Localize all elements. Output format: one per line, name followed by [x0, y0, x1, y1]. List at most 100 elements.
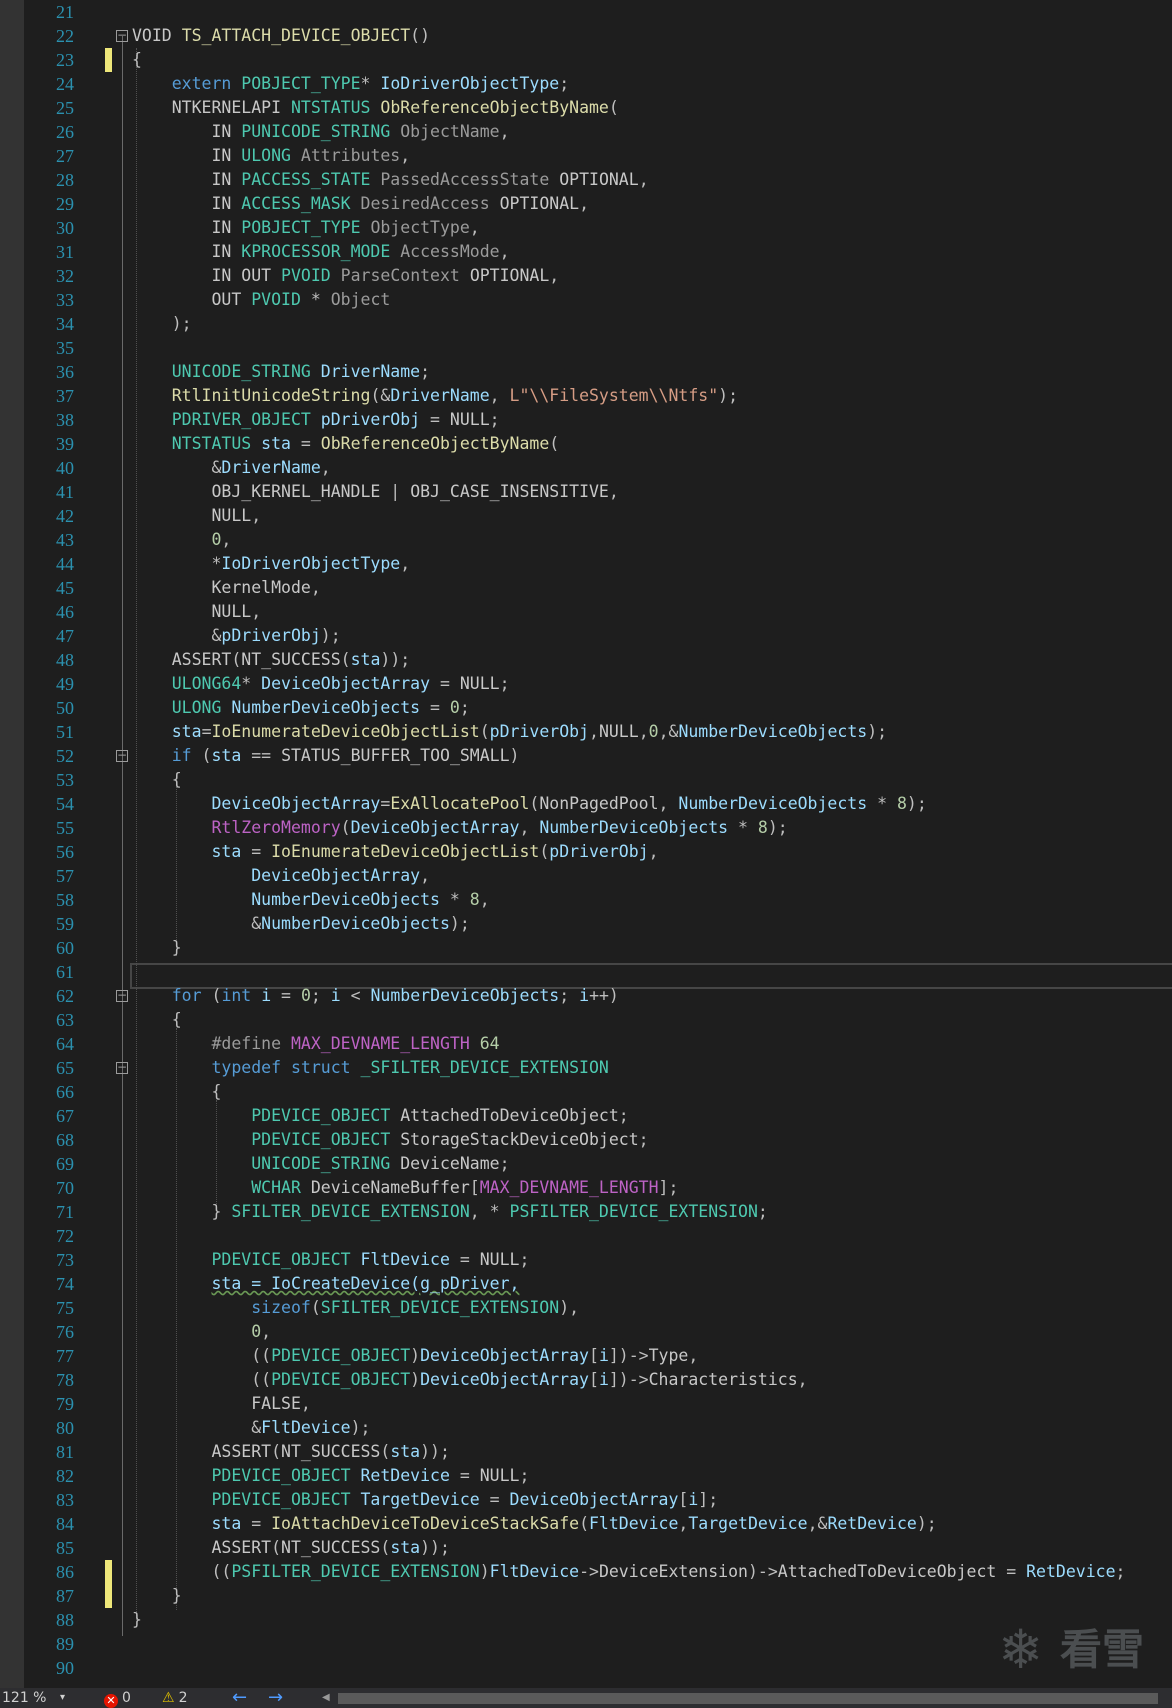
code-line[interactable]: 73 PDEVICE_OBJECT FltDevice = NULL; — [0, 1248, 1172, 1272]
code-line[interactable]: 25 NTKERNELAPI NTSTATUS ObReferenceObjec… — [0, 96, 1172, 120]
zoom-dropdown-icon[interactable]: ▾ — [60, 1688, 65, 1708]
code-line[interactable]: 39 NTSTATUS sta = ObReferenceObjectByNam… — [0, 432, 1172, 456]
code-line[interactable]: 81 ASSERT(NT_SUCCESS(sta)); — [0, 1440, 1172, 1464]
code-line[interactable]: 87 } — [0, 1584, 1172, 1608]
code-line[interactable]: 33 OUT PVOID * Object — [0, 288, 1172, 312]
code-line[interactable]: 28 IN PACCESS_STATE PassedAccessState OP… — [0, 168, 1172, 192]
code-line[interactable]: 32 IN OUT PVOID ParseContext OPTIONAL, — [0, 264, 1172, 288]
code-line[interactable]: 41 OBJ_KERNEL_HANDLE | OBJ_CASE_INSENSIT… — [0, 480, 1172, 504]
arrow-left-icon[interactable]: ← — [232, 1688, 247, 1708]
horizontal-scrollbar[interactable] — [338, 1693, 1158, 1704]
code-line[interactable]: 72 — [0, 1224, 1172, 1248]
code-line[interactable]: 71 } SFILTER_DEVICE_EXTENSION, * PSFILTE… — [0, 1200, 1172, 1224]
code-token: (& — [370, 386, 391, 405]
change-indicator — [105, 1584, 112, 1608]
code-line[interactable]: 74 sta = IoCreateDevice(g_pDriver, — [0, 1272, 1172, 1296]
line-number: 25 — [56, 98, 74, 118]
code-line[interactable]: 47 &pDriverObj); — [0, 624, 1172, 648]
code-token: ); — [916, 1514, 937, 1533]
code-line[interactable]: 57 DeviceObjectArray, — [0, 864, 1172, 888]
code-line[interactable]: 80 &FltDevice); — [0, 1416, 1172, 1440]
code-line[interactable]: 30 IN POBJECT_TYPE ObjectType, — [0, 216, 1172, 240]
code-line[interactable]: 59 &NumberDeviceObjects); — [0, 912, 1172, 936]
code-line[interactable]: 75 sizeof(SFILTER_DEVICE_EXTENSION), — [0, 1296, 1172, 1320]
code-line[interactable]: 38 PDRIVER_OBJECT pDriverObj = NULL; — [0, 408, 1172, 432]
code-line[interactable]: 83 PDEVICE_OBJECT TargetDevice = DeviceO… — [0, 1488, 1172, 1512]
code-token: DeviceObjectArray — [509, 1490, 679, 1509]
code-line[interactable]: 29 IN ACCESS_MASK DesiredAccess OPTIONAL… — [0, 192, 1172, 216]
code-line[interactable]: 23 { — [0, 48, 1172, 72]
code-line[interactable]: 46 NULL, — [0, 600, 1172, 624]
code-line[interactable]: 35 — [0, 336, 1172, 360]
code-line[interactable]: 44 *IoDriverObjectType, — [0, 552, 1172, 576]
code-line[interactable]: 55 RtlZeroMemory(DeviceObjectArray, Numb… — [0, 816, 1172, 840]
code-line[interactable]: 62 − for (int i = 0; i < NumberDeviceObje… — [0, 984, 1172, 1008]
code-token: & — [211, 458, 222, 477]
code-line[interactable]: 85 ASSERT(NT_SUCCESS(sta)); — [0, 1536, 1172, 1560]
code-line[interactable]: 60 } — [0, 936, 1172, 960]
code-line[interactable]: 43 0, — [0, 528, 1172, 552]
code-line[interactable]: 22 − VOID TS_ATTACH_DEVICE_OBJECT() — [0, 24, 1172, 48]
collapse-icon[interactable]: − — [116, 989, 128, 1002]
zoom-level[interactable]: 121 % — [2, 1688, 46, 1708]
line-number: 84 — [56, 1514, 74, 1534]
collapse-icon[interactable]: − — [116, 749, 128, 762]
code-line[interactable]: 53 { — [0, 768, 1172, 792]
code-line[interactable]: 48 ASSERT(NT_SUCCESS(sta)); — [0, 648, 1172, 672]
code-line[interactable]: 52 − if (sta == STATUS_BUFFER_TOO_SMALL) — [0, 744, 1172, 768]
code-line[interactable]: 70 WCHAR DeviceNameBuffer[MAX_DEVNAME_LE… — [0, 1176, 1172, 1200]
code-line[interactable]: 42 NULL, — [0, 504, 1172, 528]
arrow-right-icon[interactable]: → — [268, 1688, 283, 1708]
warning-count-button[interactable]: ⚠ 2 — [162, 1688, 187, 1708]
code-line[interactable]: 63 { — [0, 1008, 1172, 1032]
code-line[interactable]: 34 ); — [0, 312, 1172, 336]
code-line[interactable]: 51 sta=IoEnumerateDeviceObjectList(pDriv… — [0, 720, 1172, 744]
code-token: ) — [509, 746, 520, 765]
code-line[interactable]: 49 ULONG64* DeviceObjectArray = NULL; — [0, 672, 1172, 696]
scroll-left-icon[interactable]: ◀ — [322, 1688, 330, 1708]
code-line[interactable]: 82 PDEVICE_OBJECT RetDevice = NULL; — [0, 1464, 1172, 1488]
code-text: ASSERT(NT_SUCCESS(sta)); — [132, 1536, 449, 1560]
code-line[interactable]: 54 DeviceObjectArray=ExAllocatePool(NonP… — [0, 792, 1172, 816]
code-line[interactable]: 64 #define MAX_DEVNAME_LENGTH 64 — [0, 1032, 1172, 1056]
collapse-icon[interactable]: − — [116, 29, 128, 42]
line-number: 52 — [56, 746, 74, 766]
code-line[interactable]: 24 extern POBJECT_TYPE* IoDriverObjectTy… — [0, 72, 1172, 96]
code-line[interactable]: 50 ULONG NumberDeviceObjects = 0; — [0, 696, 1172, 720]
code-line[interactable]: 45 KernelMode, — [0, 576, 1172, 600]
code-line[interactable]: 37 RtlInitUnicodeString(&DriverName, L"\… — [0, 384, 1172, 408]
code-line[interactable]: 77 ((PDEVICE_OBJECT)DeviceObjectArray[i]… — [0, 1344, 1172, 1368]
code-line[interactable]: 86 ((PSFILTER_DEVICE_EXTENSION)FltDevice… — [0, 1560, 1172, 1584]
code-line[interactable]: 56 sta = IoEnumerateDeviceObjectList(pDr… — [0, 840, 1172, 864]
code-line[interactable]: 79 FALSE, — [0, 1392, 1172, 1416]
code-line[interactable]: 66 { — [0, 1080, 1172, 1104]
code-line[interactable]: 27 IN ULONG Attributes, — [0, 144, 1172, 168]
error-count-button[interactable]: ✕ 0 — [104, 1688, 131, 1708]
code-line[interactable]: 26 IN PUNICODE_STRING ObjectName, — [0, 120, 1172, 144]
code-line[interactable]: 21 — [0, 0, 1172, 24]
code-line[interactable]: 58 NumberDeviceObjects * 8, — [0, 888, 1172, 912]
code-line[interactable]: 40 &DriverName, — [0, 456, 1172, 480]
code-line[interactable]: 31 IN KPROCESSOR_MODE AccessMode, — [0, 240, 1172, 264]
code-line[interactable]: 61 — [0, 960, 1172, 984]
code-line[interactable]: 67 PDEVICE_OBJECT AttachedToDeviceObject… — [0, 1104, 1172, 1128]
code-line[interactable]: 65 − typedef struct _SFILTER_DEVICE_EXTEN… — [0, 1056, 1172, 1080]
code-line[interactable]: 90 — [0, 1656, 1172, 1680]
code-line[interactable]: 78 ((PDEVICE_OBJECT)DeviceObjectArray[i]… — [0, 1368, 1172, 1392]
code-editor[interactable]: 21 22− VOID TS_ATTACH_DEVICE_OBJECT() 23{24… — [0, 0, 1172, 1688]
code-line[interactable]: 88} — [0, 1608, 1172, 1632]
collapse-icon[interactable]: − — [116, 1061, 128, 1074]
code-line[interactable]: 89 — [0, 1632, 1172, 1656]
code-token: = — [271, 986, 301, 1005]
code-token: DeviceName — [400, 1154, 500, 1173]
code-line[interactable]: 76 0, — [0, 1320, 1172, 1344]
code-line[interactable]: 84 sta = IoAttachDeviceToDeviceStackSafe… — [0, 1512, 1172, 1536]
code-line[interactable]: 68 PDEVICE_OBJECT StorageStackDeviceObje… — [0, 1128, 1172, 1152]
code-line[interactable]: 69 UNICODE_STRING DeviceName; — [0, 1152, 1172, 1176]
code-line[interactable]: 36 UNICODE_STRING DriverName; — [0, 360, 1172, 384]
